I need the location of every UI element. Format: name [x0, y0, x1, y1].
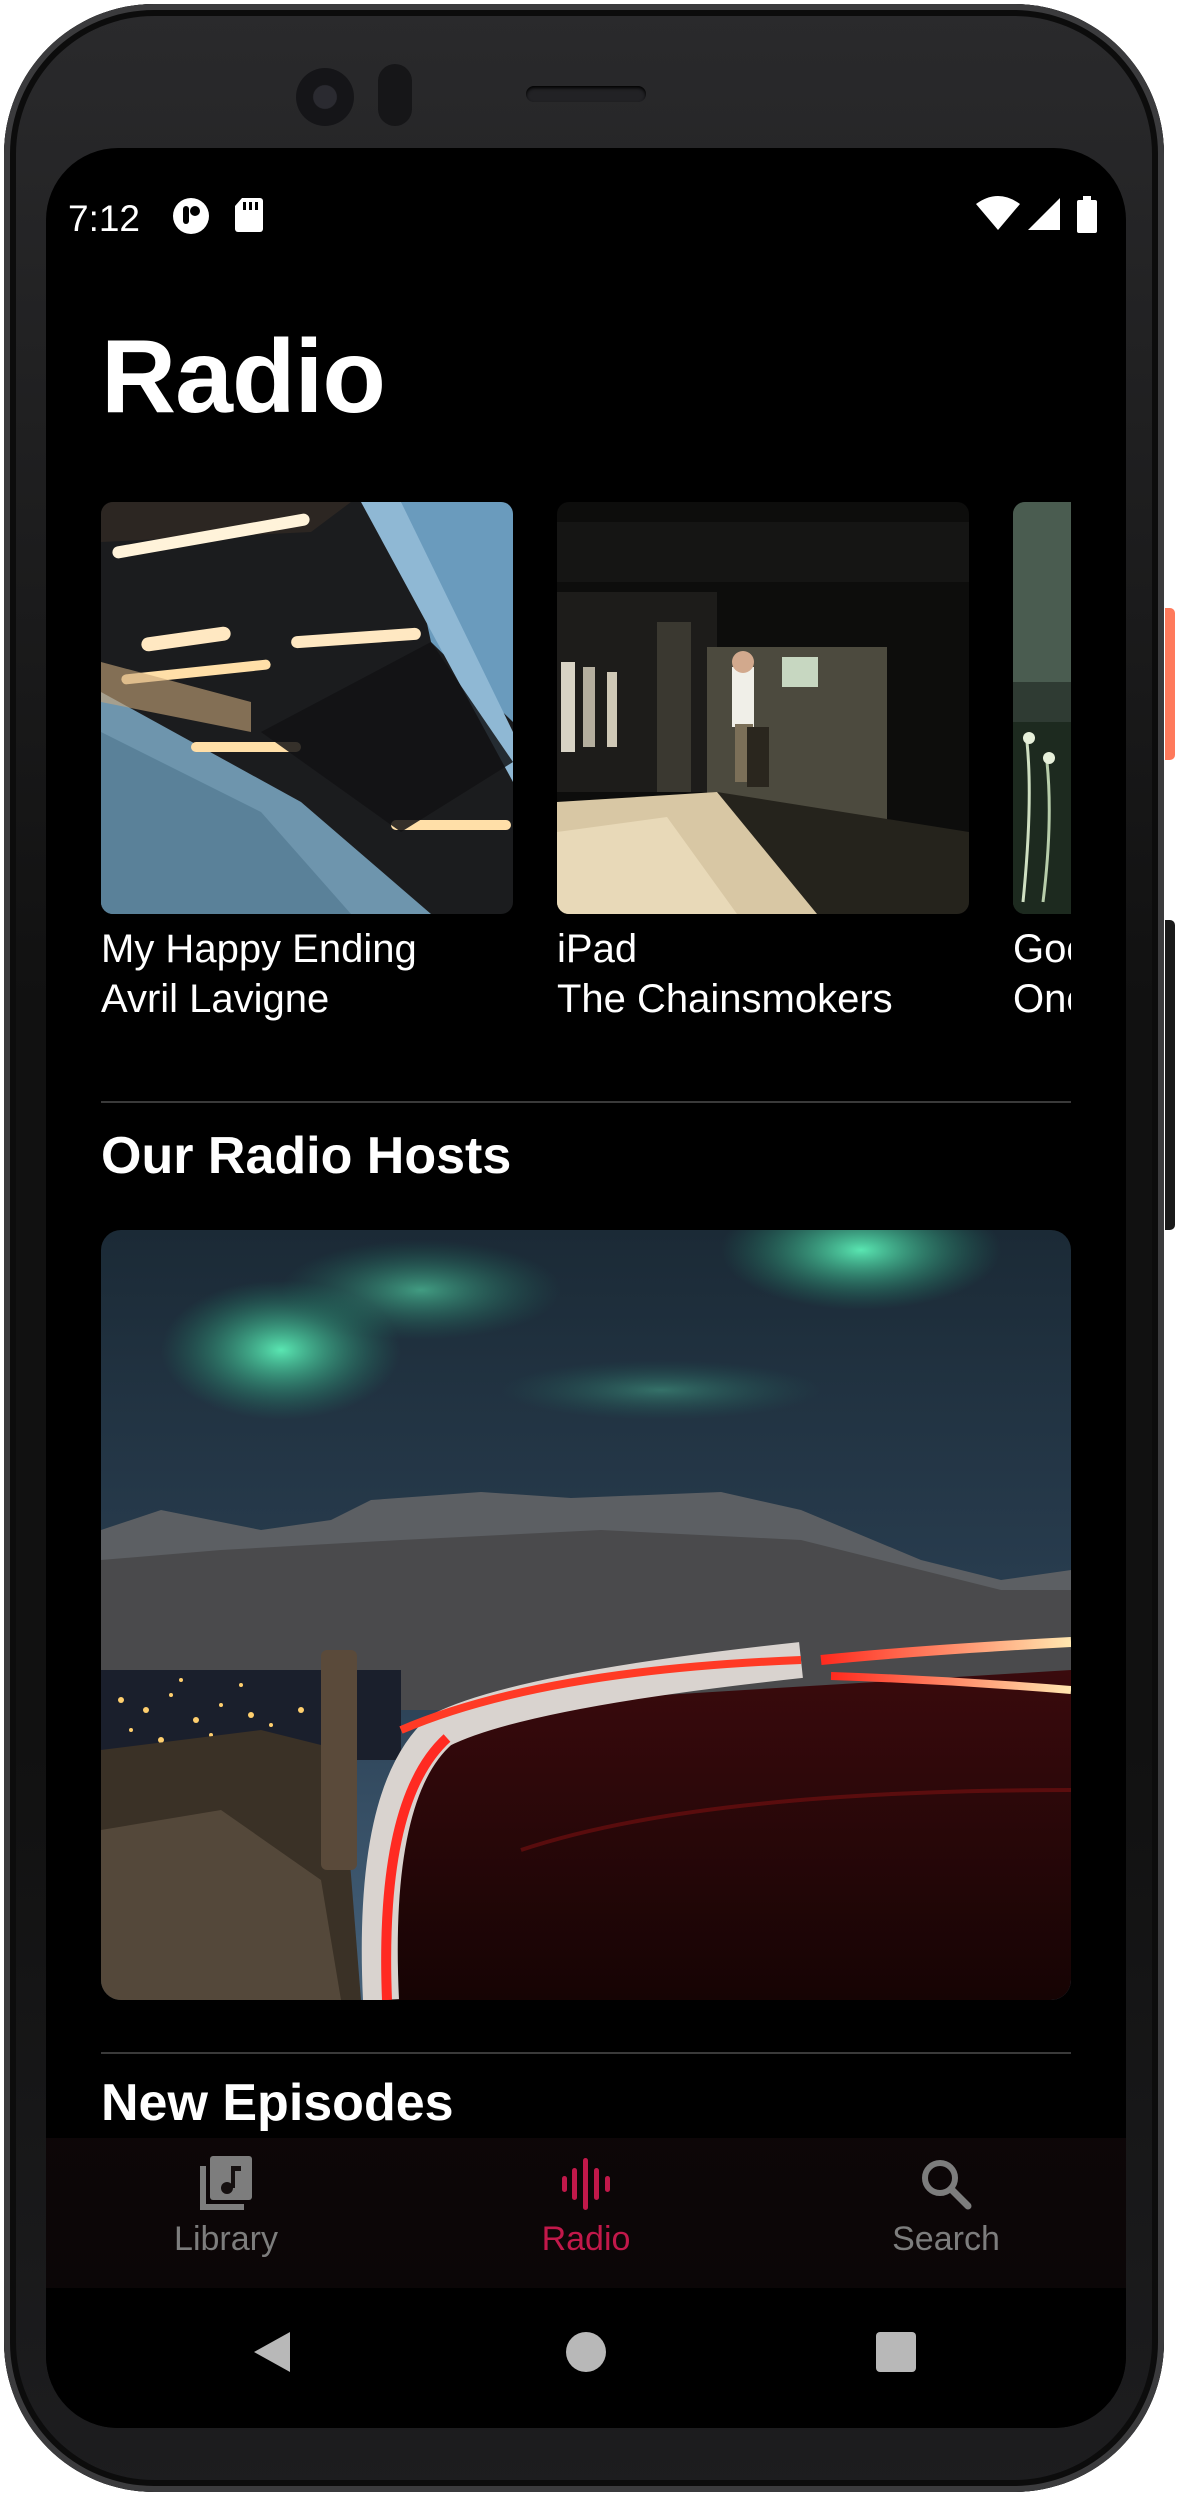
- section-divider: [101, 1101, 1071, 1103]
- tab-search-label: Search: [892, 2220, 1000, 2258]
- status-bar: 7:12: [46, 188, 1126, 248]
- page-title: Radio: [101, 319, 386, 435]
- song-title: iPad: [557, 927, 638, 971]
- song-title: My Happy Ending: [101, 927, 417, 971]
- assistant-icon: [173, 198, 209, 234]
- tab-library[interactable]: Library: [116, 2154, 336, 2259]
- volume-button: [1165, 920, 1175, 1230]
- proximity-sensor: [378, 64, 412, 126]
- tab-radio[interactable]: Radio: [476, 2154, 696, 2259]
- screen: 7:12 Radio My Happy Ending Avril Lavigne…: [46, 148, 1126, 2428]
- front-camera: [296, 68, 354, 126]
- artist-name: Avril Lavigne: [101, 977, 330, 1021]
- album-art[interactable]: [557, 502, 969, 914]
- artist-name: One: [1013, 977, 1071, 1021]
- power-button: [1165, 608, 1175, 760]
- section-title-hosts: Our Radio Hosts: [101, 1127, 512, 1185]
- radio-waves-icon: [562, 2158, 610, 2210]
- featured-card[interactable]: iPad The Chainsmokers: [557, 502, 969, 1022]
- featured-card[interactable]: Goo One: [1013, 502, 1071, 1022]
- featured-card[interactable]: My Happy Ending Avril Lavigne: [101, 502, 513, 1022]
- bottom-tab-bar: Library Radio Search: [46, 2138, 1126, 2288]
- album-art[interactable]: [1013, 502, 1071, 914]
- wifi-icon: [976, 196, 1020, 230]
- artist-name: The Chainsmokers: [557, 977, 893, 1021]
- system-navigation-bar: [46, 2288, 1126, 2428]
- radio-hosts-image[interactable]: [101, 1230, 1071, 2000]
- music-library-icon: [200, 2156, 252, 2210]
- album-art[interactable]: [101, 502, 513, 914]
- signal-icon: [1028, 198, 1060, 230]
- song-title: Goo: [1013, 927, 1071, 971]
- section-title-episodes: New Episodes: [101, 2074, 454, 2132]
- home-icon[interactable]: [566, 2332, 606, 2372]
- recents-icon[interactable]: [876, 2332, 916, 2372]
- tab-library-label: Library: [174, 2220, 278, 2258]
- tab-search[interactable]: Search: [836, 2154, 1056, 2259]
- status-time: 7:12: [68, 198, 141, 239]
- tab-radio-label: Radio: [541, 2220, 631, 2258]
- back-icon[interactable]: [252, 2330, 292, 2374]
- featured-carousel[interactable]: My Happy Ending Avril Lavigne iPad The C…: [101, 502, 1071, 1022]
- sd-card-icon: [235, 198, 263, 232]
- earpiece-speaker: [526, 86, 646, 102]
- section-divider: [101, 2052, 1071, 2054]
- search-icon: [922, 2160, 972, 2210]
- battery-icon: [1077, 196, 1097, 233]
